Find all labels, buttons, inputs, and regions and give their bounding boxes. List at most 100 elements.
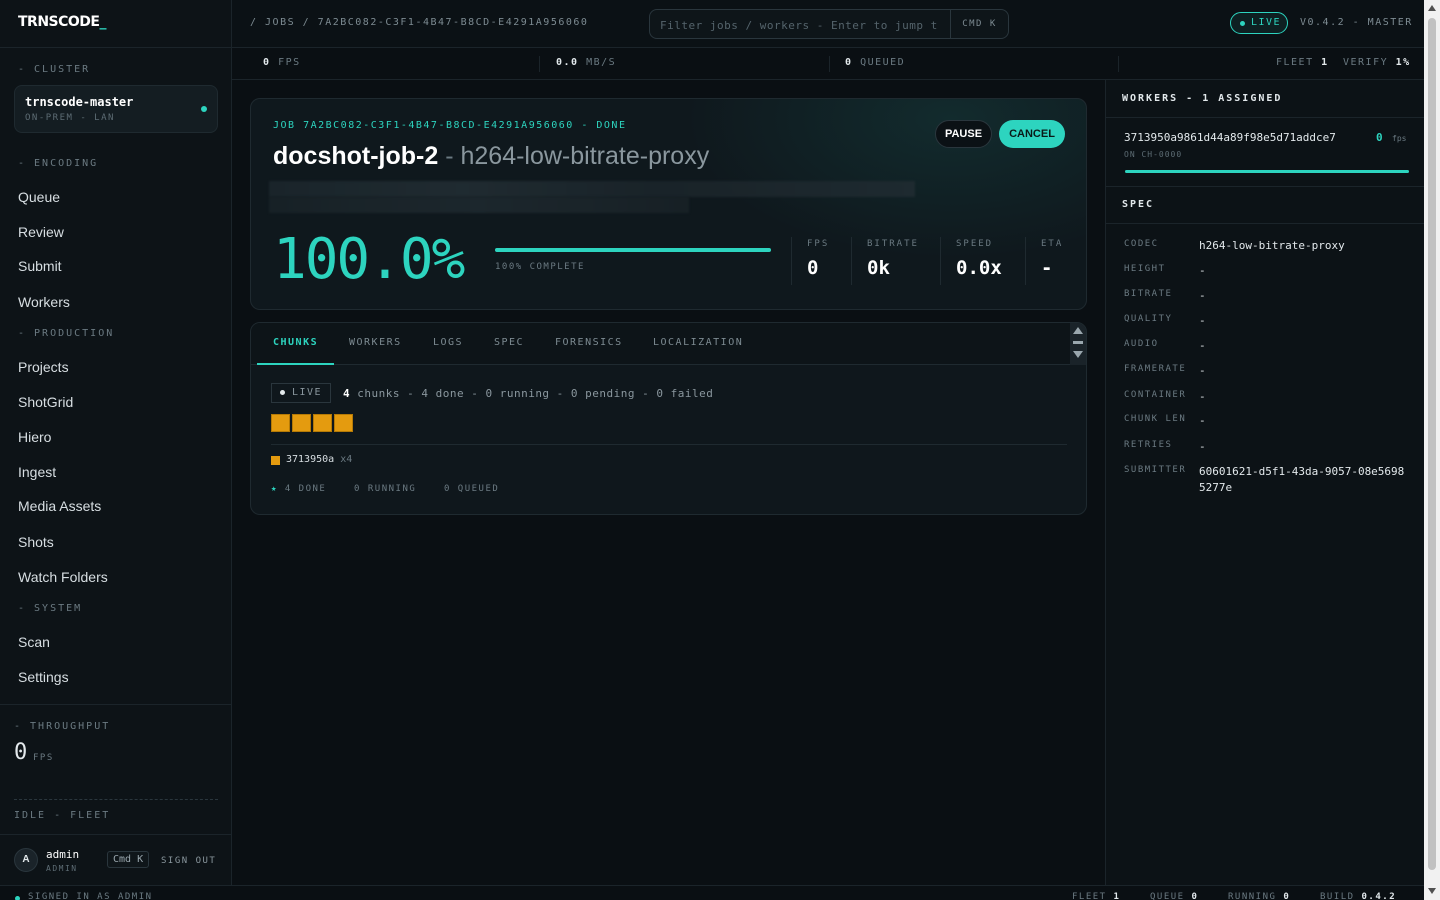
stat-separator (829, 56, 830, 72)
nav-item-settings[interactable]: Settings (18, 669, 69, 685)
status-build-value: 0.4.2 (1361, 892, 1397, 900)
status-running: RUNNING 0 (1228, 892, 1290, 900)
nav-item-submit[interactable]: Submit (18, 258, 62, 274)
cluster-selector[interactable]: trnscode-master ON-PREM - LAN (14, 85, 218, 133)
page-scrollbar[interactable] (1424, 0, 1440, 900)
sign-out-button[interactable]: SIGN OUT (161, 856, 216, 866)
metric-value-eta: - (1041, 257, 1053, 279)
spec-value: - (1199, 264, 1206, 277)
cluster-location: ON-PREM - LAN (25, 113, 115, 123)
nav-item-review[interactable]: Review (18, 224, 64, 240)
tab-logs[interactable]: LOGS (433, 337, 463, 348)
status-fleet: FLEET 1 (1072, 892, 1120, 900)
logo-text: TRNSCODE (18, 14, 100, 30)
spec-value: - (1199, 314, 1206, 327)
spec-value: h264-low-bitrate-proxy (1199, 239, 1345, 252)
section-label-cluster: - CLUSTER (18, 64, 91, 75)
scrollbar-thumb[interactable] (1428, 18, 1436, 870)
status-build: BUILD 0.4.2 (1320, 892, 1396, 900)
spec-value: - (1199, 414, 1206, 427)
chunk-worker-row[interactable]: 3713950a x4 (286, 454, 352, 465)
live-indicator[interactable]: LIVE (1230, 12, 1288, 34)
metric-label-bitrate: BITRATE (867, 239, 919, 249)
status-queue: QUEUE 0 (1150, 892, 1198, 900)
status-fleet-label: FLEET (1072, 892, 1107, 900)
chunk-stats-text: 4 DONE 0 RUNNING 0 QUEUED (284, 484, 500, 494)
spec-key: HEIGHT (1124, 264, 1166, 274)
scroll-down-icon[interactable] (1073, 351, 1083, 358)
nav-item-watch-folders[interactable]: Watch Folders (18, 569, 108, 585)
chunk-summary: 4 chunks - 4 done - 0 running - 0 pendin… (343, 387, 713, 400)
scroll-down-arrow-icon[interactable] (1428, 888, 1436, 894)
metric-label-speed: SPEED (956, 239, 994, 249)
stats-bar: 0 FPS 0.0 MB/S 0 QUEUED FLEET 1 VERIFY 1… (232, 48, 1424, 80)
tab-forensics[interactable]: FORENSICS (555, 337, 623, 348)
chunk-total: 4 (343, 387, 351, 400)
stat-verify-value: 1% (1395, 57, 1411, 68)
sidebar: TRNSCODE_ - CLUSTER trnscode-master ON-P… (0, 0, 232, 885)
nav-item-queue[interactable]: Queue (18, 189, 60, 205)
chunk-block[interactable] (313, 414, 332, 432)
scroll-thumb[interactable] (1073, 341, 1083, 344)
breadcrumb[interactable]: / JOBS / 7A2BC082-C3F1-4B47-B8CD-E4291A9… (250, 17, 588, 28)
tab-workers[interactable]: WORKERS (349, 337, 402, 348)
chunk-block[interactable] (271, 414, 290, 432)
spec-key: CONTAINER (1124, 390, 1187, 400)
job-progress-label: 100% COMPLETE (495, 262, 585, 272)
command-palette-shortcut[interactable]: Cmd K (107, 851, 150, 868)
pause-button[interactable]: PAUSE (935, 120, 992, 148)
sidebar-divider (0, 704, 232, 705)
nav-item-projects[interactable]: Projects (18, 359, 69, 375)
scroll-up-arrow-icon[interactable] (1428, 5, 1436, 11)
chunk-divider (271, 444, 1067, 445)
topbar: / JOBS / 7A2BC082-C3F1-4B47-B8CD-E4291A9… (232, 0, 1424, 48)
cancel-button[interactable]: CANCEL (999, 120, 1065, 148)
nav-item-shotgrid[interactable]: ShotGrid (18, 394, 73, 410)
nav-item-workers[interactable]: Workers (18, 294, 70, 310)
redacted-path (269, 181, 915, 197)
chunk-stats: ★ 4 DONE 0 RUNNING 0 QUEUED (271, 484, 499, 494)
status-fleet-value: 1 (1113, 892, 1121, 900)
avatar[interactable]: A (14, 848, 38, 872)
metric-label-eta: ETA (1041, 239, 1064, 249)
spec-value: 60601621-d5f1-43da-9057-08e56985277e (1199, 465, 1405, 494)
stat-verify: VERIFY 1% (1343, 57, 1411, 68)
worker-hash[interactable]: 3713950a9861d44a89f98e5d71addce7 (1124, 131, 1336, 144)
stat-queued: 0 QUEUED (845, 57, 905, 68)
scroll-up-icon[interactable] (1073, 327, 1083, 334)
throughput-unit: FPS (33, 753, 54, 763)
tab-bar: CHUNKS WORKERS LOGS SPEC FORENSICS LOCAL… (251, 323, 1071, 365)
nav-item-scan[interactable]: Scan (18, 634, 50, 650)
metric-separator (940, 237, 941, 285)
spec-value: - (1199, 364, 1206, 377)
search-box: CMD K (649, 9, 1009, 39)
status-dot (15, 896, 20, 900)
job-id: JOB 7A2BC082-C3F1-4B47-B8CD-E4291A956060… (273, 120, 627, 131)
stat-separator (1118, 56, 1119, 72)
redacted-path (269, 197, 689, 213)
nav-item-media-assets[interactable]: Media Assets (18, 498, 101, 514)
version-label: V0.4.2 - MASTER (1300, 17, 1413, 28)
sidebar-divider (0, 834, 232, 835)
nav-item-shots[interactable]: Shots (18, 534, 54, 550)
search-input[interactable] (660, 16, 945, 34)
tab-scroller[interactable] (1070, 323, 1086, 365)
spec-key: CHUNK LEN (1124, 414, 1187, 424)
metric-label-fps: FPS (807, 239, 830, 249)
chunk-block[interactable] (292, 414, 311, 432)
spec-key: CODEC (1124, 239, 1159, 249)
tab-spec[interactable]: SPEC (494, 337, 524, 348)
stat-mbps-value: 0.0 (556, 57, 579, 68)
chunk-block[interactable] (334, 414, 353, 432)
job-preset: h264-low-bitrate-proxy (460, 142, 710, 170)
stat-queued-value: 0 (845, 57, 853, 68)
spec-key: QUALITY (1124, 314, 1173, 324)
tab-chunks[interactable]: CHUNKS (273, 337, 318, 348)
nav-item-ingest[interactable]: Ingest (18, 464, 56, 480)
tab-localization[interactable]: LOCALIZATION (653, 337, 743, 348)
metric-separator (791, 237, 792, 285)
app-logo[interactable]: TRNSCODE_ (0, 0, 231, 48)
nav-item-hiero[interactable]: Hiero (18, 429, 51, 445)
job-progress-fill (495, 248, 771, 252)
chunks-live-tag: LIVE (271, 383, 331, 403)
